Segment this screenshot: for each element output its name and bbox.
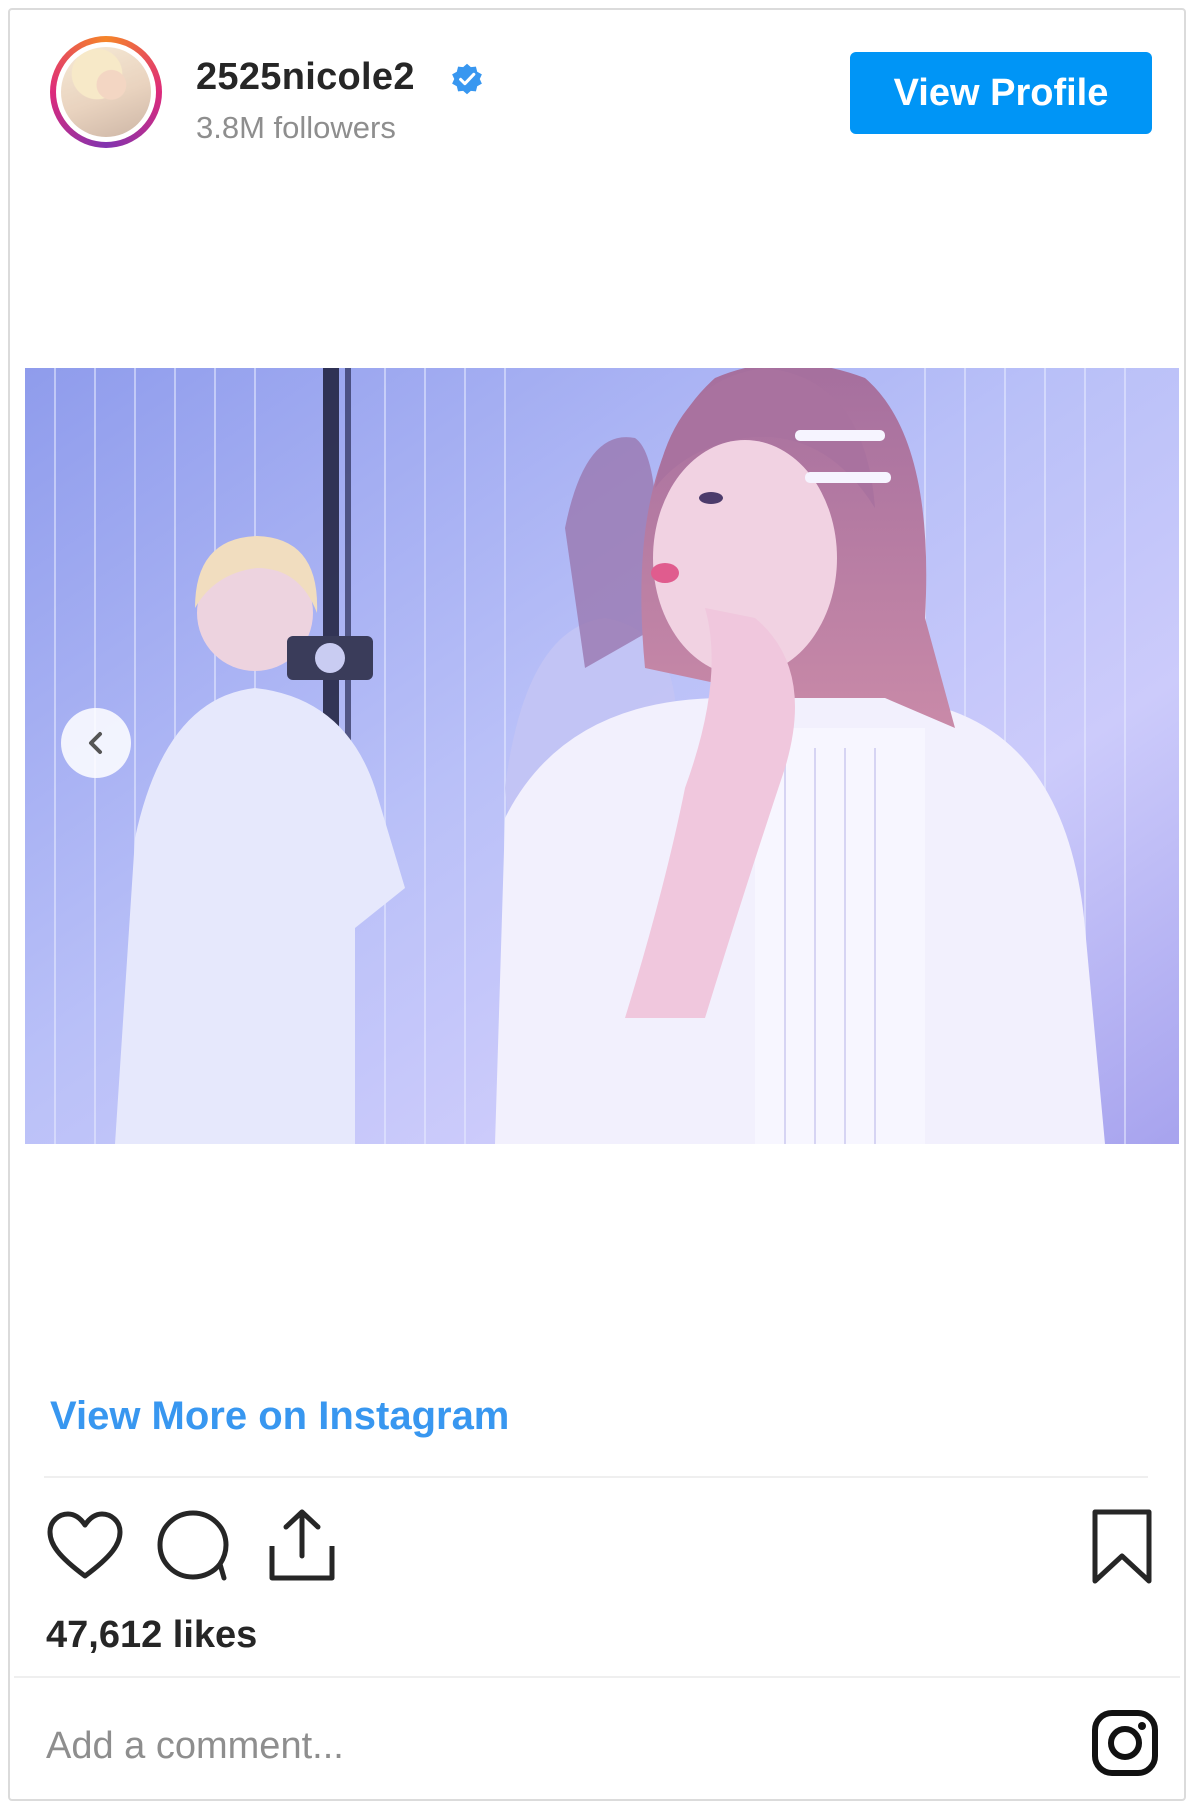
comment-bubble-icon[interactable] bbox=[154, 1508, 232, 1584]
post-image[interactable] bbox=[25, 368, 1179, 1144]
share-icon[interactable] bbox=[266, 1506, 338, 1584]
instagram-embed-card: 2525nicole2 3.8M followers View Profile bbox=[8, 8, 1186, 1801]
bookmark-icon[interactable] bbox=[1090, 1508, 1154, 1586]
view-more-link[interactable]: View More on Instagram bbox=[50, 1394, 509, 1439]
avatar[interactable] bbox=[50, 36, 162, 148]
chevron-left-icon bbox=[89, 732, 102, 754]
divider bbox=[14, 1676, 1180, 1678]
heart-icon[interactable] bbox=[46, 1510, 124, 1582]
username[interactable]: 2525nicole2 bbox=[196, 56, 415, 99]
instagram-logo-icon[interactable] bbox=[1090, 1708, 1160, 1778]
divider bbox=[44, 1476, 1148, 1478]
like-count[interactable]: 47,612 likes bbox=[46, 1614, 257, 1657]
post-photo-illustration bbox=[25, 368, 1179, 1144]
avatar-photo bbox=[61, 47, 151, 137]
view-profile-button[interactable]: View Profile bbox=[850, 52, 1152, 134]
carousel-prev-button[interactable] bbox=[61, 708, 131, 778]
comment-input[interactable] bbox=[46, 1716, 846, 1776]
verified-badge-icon bbox=[452, 63, 482, 95]
follower-count: 3.8M followers bbox=[196, 110, 396, 145]
